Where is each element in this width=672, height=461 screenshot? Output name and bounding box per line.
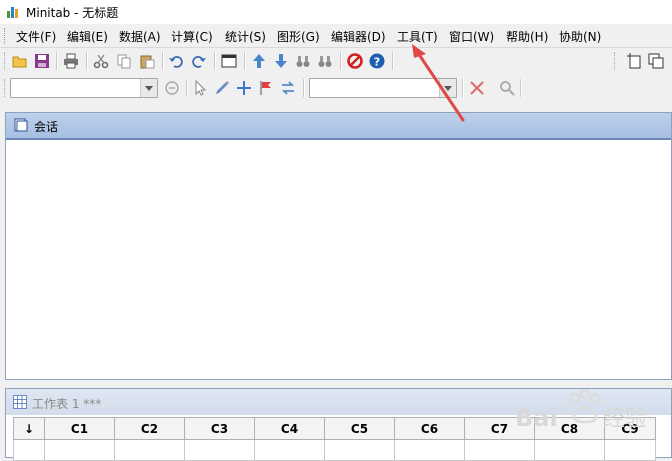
flag-icon[interactable] [256,78,276,98]
row-header-toggle[interactable]: ↓ [13,417,45,440]
tile-windows-icon[interactable] [646,51,666,71]
data-cell[interactable] [254,439,325,461]
data-cell[interactable] [184,439,255,461]
data-cell[interactable] [114,439,185,461]
data-cell[interactable] [44,439,115,461]
toolbar-separator [462,79,464,97]
arrow-up-icon[interactable] [249,51,269,71]
toolbar-grip[interactable] [4,79,8,97]
toolbar-separator [214,52,216,70]
print-icon[interactable] [61,51,81,71]
toolbar-grip[interactable] [4,52,8,70]
row-number-cell[interactable] [13,439,45,461]
toolbar-separator [303,79,305,97]
column-header[interactable]: C4 [254,417,325,440]
cut-icon[interactable] [91,51,111,71]
menu-assist[interactable]: 协助(N) [559,28,601,45]
chevron-down-icon[interactable] [140,79,157,97]
new-window-icon[interactable] [219,51,239,71]
copy-icon[interactable] [114,51,134,71]
toolbar-separator [56,52,58,70]
menu-graph[interactable]: 图形(G) [277,28,320,45]
toolbar-worksheet [0,75,672,101]
toolbar-grip[interactable] [614,52,618,70]
crosshair-plus-icon[interactable] [234,78,254,98]
menu-window[interactable]: 窗口(W) [449,28,494,45]
swap-arrows-icon[interactable] [278,78,298,98]
worksheet-grid-icon [13,395,27,409]
column-header[interactable]: C1 [44,417,115,440]
brush-swap-icon[interactable] [162,78,182,98]
menu-bar: 文件(F) 编辑(E) 数据(A) 计算(C) 统计(S) 图形(G) 编辑器(… [0,24,672,48]
save-icon[interactable] [32,51,52,71]
session-title: 会话 [34,120,59,134]
menu-file[interactable]: 文件(F) [16,28,56,45]
undo-icon[interactable] [166,51,186,71]
worksheet-title: 工作表 1 *** [32,397,102,411]
help-icon[interactable]: ? [367,51,387,71]
session-icon [14,118,28,132]
session-header[interactable]: 会话 [6,113,671,140]
column-header[interactable]: C5 [324,417,395,440]
toolbar-separator [520,79,522,97]
redo-icon[interactable] [189,51,209,71]
toolbar-separator [162,52,164,70]
menu-data[interactable]: 数据(A) [119,28,161,45]
menu-calc[interactable]: 计算(C) [171,28,213,45]
brush-icon[interactable] [212,78,232,98]
toolbar-separator [86,52,88,70]
cancel-icon[interactable] [345,51,365,71]
toolbar-separator [186,79,188,97]
menu-tools[interactable]: 工具(T) [397,28,438,45]
data-cell[interactable] [394,439,465,461]
arrow-down-icon[interactable] [271,51,291,71]
select-pointer-icon[interactable] [190,78,210,98]
zoom-search-icon[interactable] [497,78,517,98]
baidu-watermark: Bai 经验 [515,384,665,443]
column-header[interactable]: C2 [114,417,185,440]
data-cell[interactable] [324,439,395,461]
session-window[interactable]: 会话 [5,112,672,380]
find-next-binoculars-icon[interactable] [315,51,335,71]
toolbar-separator [340,52,342,70]
variable-combo[interactable] [309,78,457,98]
chevron-down-icon[interactable] [439,79,456,97]
delete-x-icon[interactable] [467,78,487,98]
paste-icon[interactable] [137,51,157,71]
toolbar-separator [392,52,394,70]
column-combo[interactable] [10,78,158,98]
toolbar-separator [244,52,246,70]
menu-edit[interactable]: 编辑(E) [67,28,108,45]
menu-editor[interactable]: 编辑器(D) [331,28,386,45]
menu-stat[interactable]: 统计(S) [225,28,266,45]
new-worksheet-icon[interactable] [624,51,644,71]
svg-text:经验: 经验 [603,407,647,432]
toolbar-standard: ? [0,48,672,74]
find-binoculars-icon[interactable] [293,51,313,71]
menu-help[interactable]: 帮助(H) [506,28,548,45]
menubar-grip[interactable] [4,28,8,44]
window-title: Minitab - 无标题 [26,6,119,20]
svg-text:Bai: Bai [515,404,558,432]
column-header[interactable]: C3 [184,417,255,440]
svg-text:?: ? [374,56,380,69]
minitab-app-icon [7,7,18,18]
open-folder-icon[interactable] [10,51,30,71]
title-bar: Minitab - 无标题 [0,0,672,24]
column-header[interactable]: C6 [394,417,465,440]
